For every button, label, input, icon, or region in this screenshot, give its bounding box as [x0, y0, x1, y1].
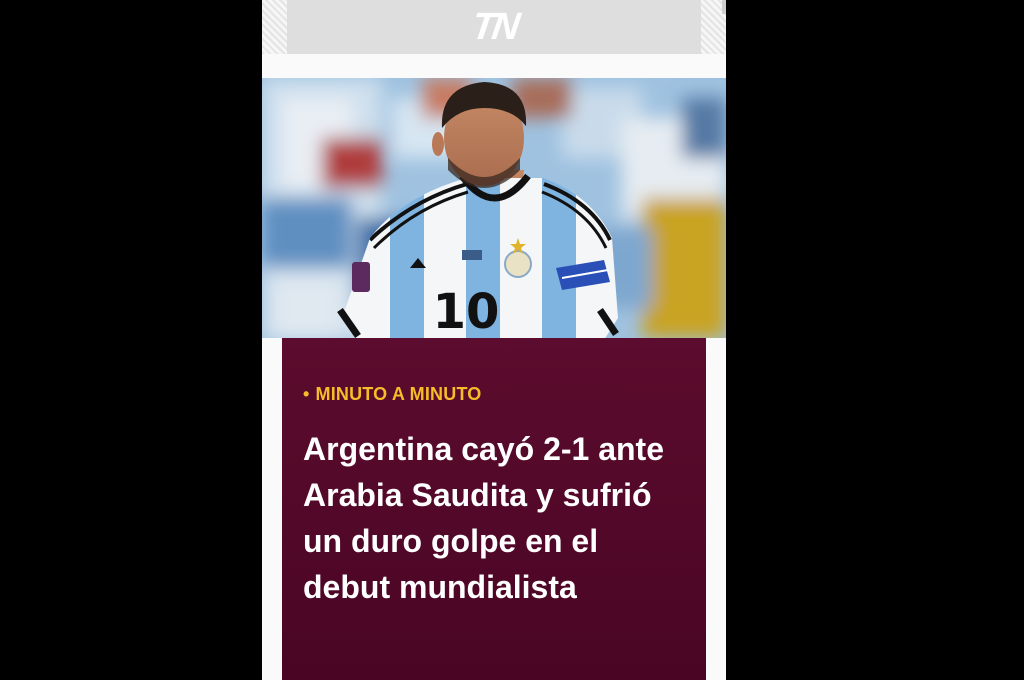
kicker-label: MINUTO A MINUTO: [315, 384, 482, 404]
tn-logo: TN: [468, 6, 520, 48]
headline-card[interactable]: • MINUTO A MINUTO Argentina cayó 2-1 ante…: [282, 338, 706, 680]
ad-scrollbar: [722, 0, 726, 14]
hero-photo[interactable]: 10: [262, 78, 726, 340]
ad-banner[interactable]: TN: [262, 0, 726, 54]
fifa-patch: [352, 262, 370, 292]
section-kicker[interactable]: • MINUTO A MINUTO: [303, 384, 482, 405]
kicker-bullet: •: [303, 384, 310, 404]
mobile-viewport: TN 10 • MINUTO A MINUTO Argentina cayó 2…: [262, 0, 726, 680]
ad-slot[interactable]: TN: [287, 0, 701, 54]
hero-photo-illustration: 10: [262, 78, 726, 340]
article-headline[interactable]: Argentina cayó 2-1 ante Arabia Saudita y…: [303, 426, 688, 610]
left-gutter: [262, 338, 282, 680]
jersey-number: 10: [433, 284, 500, 340]
right-gutter: [706, 338, 726, 680]
afa-crest: [504, 250, 532, 278]
